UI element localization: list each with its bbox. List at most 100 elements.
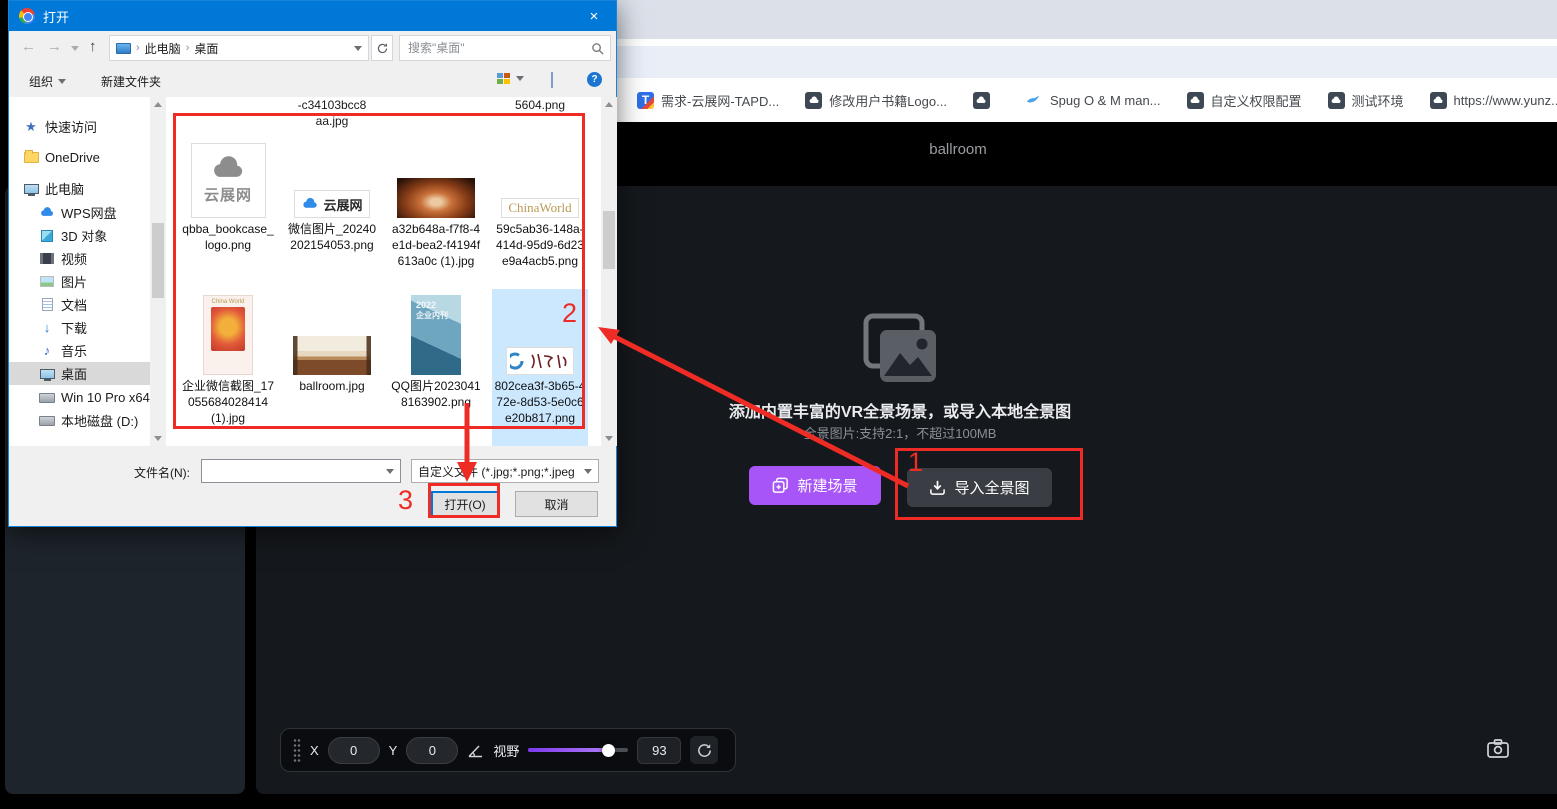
documents-icon	[39, 297, 55, 313]
clipped-filename[interactable]: 5604.png	[515, 98, 565, 112]
view-controls-bar: X Y 视野	[280, 728, 736, 772]
organize-menu[interactable]: 组织	[29, 73, 66, 90]
sidebar-item-local-disk-d[interactable]: 本地磁盘 (D:)	[9, 409, 150, 432]
angle-icon	[467, 743, 484, 758]
scrollbar-thumb[interactable]	[152, 223, 164, 298]
bookmark-item[interactable]	[973, 92, 997, 109]
scroll-up-icon[interactable]	[154, 102, 162, 107]
cancel-button[interactable]: 取消	[515, 491, 598, 517]
screen: T 需求-云展网-TAPD... 修改用户书籍Logo... Spug O & …	[0, 0, 1557, 809]
reset-rotation-button[interactable]	[690, 736, 718, 764]
scroll-down-icon[interactable]	[154, 436, 162, 441]
close-icon: ×	[590, 8, 599, 25]
rotate-icon	[696, 742, 713, 759]
search-box	[399, 35, 611, 61]
3d-objects-icon	[39, 228, 55, 244]
x-label: X	[310, 743, 319, 758]
bookmark-item[interactable]: 自定义权限配置	[1187, 91, 1302, 110]
pictures-icon	[39, 274, 55, 290]
desktop-icon	[39, 366, 55, 382]
sidebar-item-desktop[interactable]: 桌面	[9, 362, 150, 385]
bookmark-item[interactable]: 测试环境	[1328, 91, 1404, 110]
back-icon[interactable]: ←	[21, 38, 36, 55]
clipped-filename[interactable]: -c34103bcc8	[298, 98, 367, 112]
scroll-up-icon[interactable]	[605, 102, 613, 107]
search-icon[interactable]	[591, 42, 604, 55]
dialog-titlebar[interactable]: 打开 ×	[9, 1, 616, 31]
preview-pane-icon	[551, 72, 553, 88]
preview-pane-button[interactable]	[551, 73, 553, 87]
file-list-scrollbar[interactable]	[601, 97, 617, 446]
fov-input[interactable]	[637, 737, 681, 764]
up-icon[interactable]: ↑	[89, 38, 97, 55]
bookmark-item[interactable]: 修改用户书籍Logo...	[805, 91, 947, 110]
annotation-box-import	[895, 448, 1083, 520]
breadcrumb-root[interactable]: 此电脑	[145, 40, 181, 57]
sidebar-item-downloads[interactable]: ↓下载	[9, 316, 150, 339]
chrome-icon	[19, 8, 35, 24]
sidebar-item-quick-access[interactable]: ★快速访问	[9, 115, 150, 138]
music-icon: ♪	[39, 343, 55, 359]
bookmark-item[interactable]: T 需求-云展网-TAPD...	[637, 91, 779, 110]
dialog-toolbar: ← → ↑ › 此电脑 › 桌面	[9, 31, 616, 65]
new-folder-button[interactable]: 新建文件夹	[101, 73, 161, 90]
image-placeholder-icon	[860, 313, 940, 389]
yunzhan-cloud-icon	[973, 92, 990, 109]
bookmark-item[interactable]: Spug O & M man...	[1023, 92, 1161, 109]
screenshot-button[interactable]	[1481, 733, 1515, 763]
desktop-mini-icon	[116, 43, 131, 54]
filetype-dropdown[interactable]: 自定义文件 (*.jpg;*.png;*.jpeg	[411, 459, 599, 483]
chevron-down-icon[interactable]	[584, 469, 592, 474]
videos-icon	[39, 251, 55, 267]
scrollbar-thumb[interactable]	[603, 211, 615, 269]
fov-slider[interactable]	[528, 743, 628, 757]
chevron-separator-icon: ›	[136, 42, 140, 54]
address-bar[interactable]: › 此电脑 › 桌面	[109, 35, 369, 61]
sidebar-item-music[interactable]: ♪音乐	[9, 339, 150, 362]
chevron-down-icon[interactable]	[354, 46, 362, 51]
x-input[interactable]	[328, 737, 380, 764]
annotation-step-1: 1	[908, 449, 923, 476]
refresh-button[interactable]	[371, 35, 393, 61]
yunzhan-cloud-icon	[1187, 92, 1204, 109]
help-button[interactable]: ?	[587, 72, 602, 87]
new-scene-button[interactable]: 新建场景	[749, 466, 881, 505]
y-input[interactable]	[406, 737, 458, 764]
filename-combobox[interactable]	[201, 459, 401, 483]
chevron-down-icon[interactable]	[71, 46, 79, 51]
sidebar-item-system-drive[interactable]: Win 10 Pro x64	[9, 386, 150, 409]
annotation-step-3: 3	[398, 487, 413, 514]
drag-handle-icon[interactable]	[293, 738, 301, 762]
breadcrumb-current[interactable]: 桌面	[194, 40, 218, 57]
sidebar-item-documents[interactable]: 文档	[9, 293, 150, 316]
bookmark-item[interactable]: https://www.yunz...	[1430, 92, 1557, 109]
yunzhan-cloud-icon	[805, 92, 822, 109]
tapd-icon: T	[637, 92, 654, 109]
thumbnails-view-icon	[497, 73, 510, 84]
wps-cloud-icon	[39, 205, 55, 221]
local-disk-icon	[39, 413, 55, 429]
yunzhan-cloud-icon	[1328, 92, 1345, 109]
forward-icon[interactable]: →	[47, 38, 62, 55]
sidebar-item-pictures[interactable]: 图片	[9, 270, 150, 293]
system-drive-icon	[39, 390, 55, 406]
search-input[interactable]	[406, 40, 591, 56]
annotation-step-2: 2	[562, 300, 577, 327]
scene-title: ballroom	[929, 141, 987, 158]
sidebar-item-videos[interactable]: 视频	[9, 247, 150, 270]
nav-scrollbar[interactable]	[150, 97, 166, 446]
spug-icon	[1023, 92, 1043, 109]
view-mode-button[interactable]	[497, 73, 524, 84]
sidebar-item-3d-objects[interactable]: 3D 对象	[9, 224, 150, 247]
sidebar-item-this-pc[interactable]: 此电脑	[9, 177, 150, 200]
sidebar-item-wps-cloud[interactable]: WPS网盘	[9, 201, 150, 224]
star-icon: ★	[23, 119, 39, 135]
fov-slider-thumb[interactable]	[602, 744, 615, 757]
close-button[interactable]: ×	[572, 1, 616, 31]
chevron-down-icon[interactable]	[386, 469, 394, 474]
scroll-down-icon[interactable]	[605, 436, 613, 441]
sidebar-item-onedrive[interactable]: OneDrive	[9, 146, 150, 169]
dialog-command-bar: 组织 新建文件夹 ?	[9, 65, 616, 97]
filename-label: 文件名(N):	[134, 464, 190, 481]
chevron-down-icon	[58, 79, 66, 84]
